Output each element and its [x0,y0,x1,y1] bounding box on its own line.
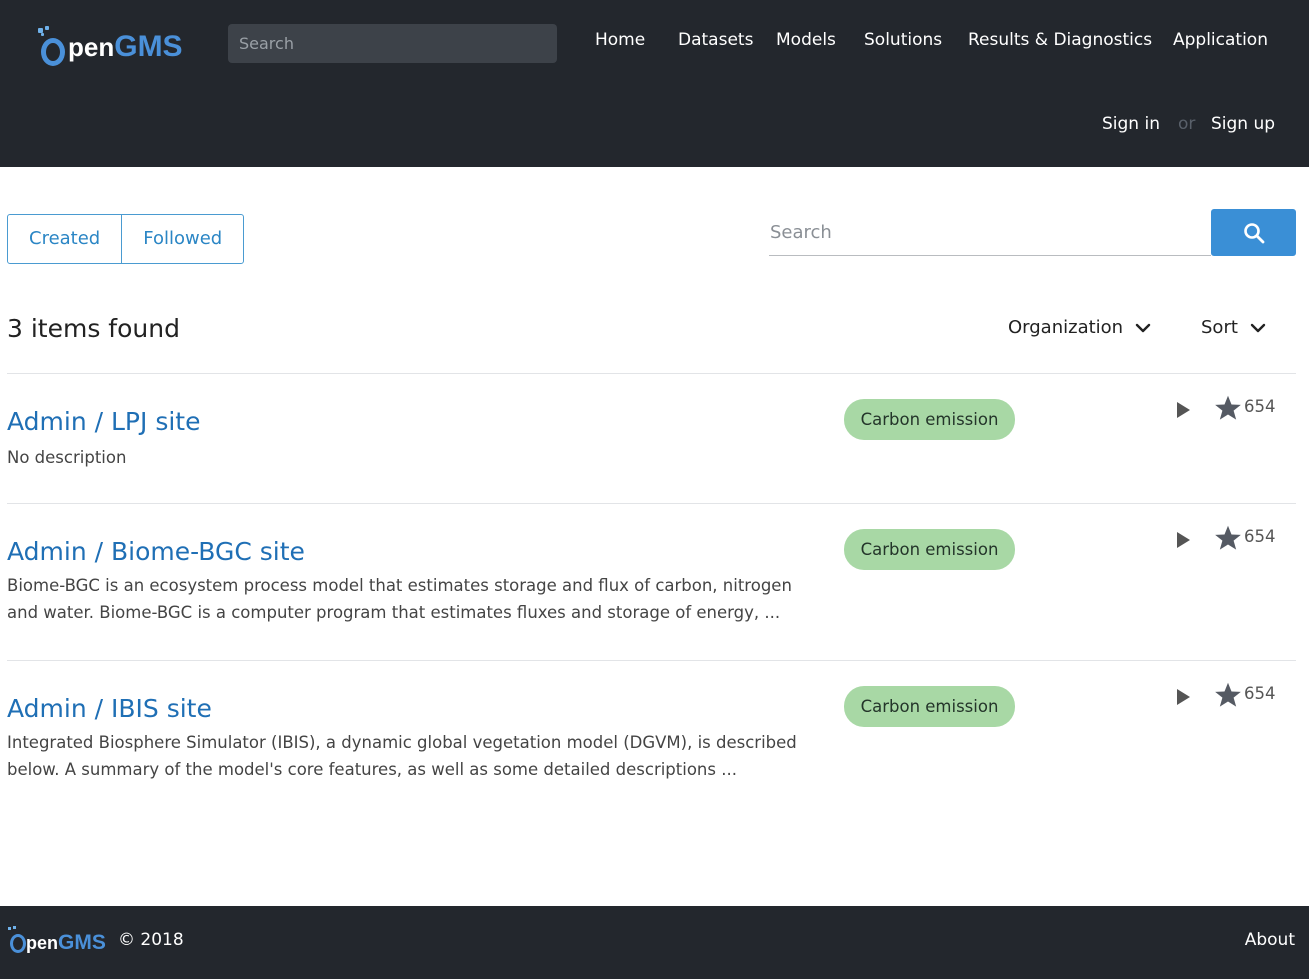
chevron-down-icon [1135,323,1151,332]
item-description: Biome-BGC is an ecosystem process model … [7,576,792,622]
list-divider [7,373,1296,374]
organization-dropdown[interactable]: Organization [1008,317,1151,338]
star-count: 654 [1244,684,1276,703]
play-icon[interactable] [1174,688,1192,706]
star-icon[interactable] [1214,394,1242,422]
play-icon[interactable] [1174,531,1192,549]
created-followed-tabs: Created Followed [7,214,245,264]
item-title-link[interactable]: Admin / IBIS site [7,694,212,723]
sign-in-link[interactable]: Sign in [1102,114,1160,134]
nav-datasets[interactable]: Datasets [678,30,753,50]
item-title-link[interactable]: Admin / LPJ site [7,407,200,436]
nav-results-diagnostics[interactable]: Results & Diagnostics [968,30,1152,50]
item-tag-badge[interactable]: Carbon emission [844,686,1015,727]
main-search-input[interactable] [769,209,1211,256]
main-search-bar [769,209,1296,256]
sign-up-link[interactable]: Sign up [1211,114,1275,134]
star-count: 654 [1244,527,1276,546]
copyright-text: © 2018 [118,930,184,950]
nav-home[interactable]: Home [595,30,645,50]
item-title-link[interactable]: Admin / Biome-BGC site [7,537,305,566]
footer-logo[interactable]: penGMS [8,926,106,956]
sort-dropdown-label: Sort [1201,317,1238,338]
tab-followed[interactable]: Followed [121,215,243,263]
search-icon [1243,222,1264,243]
main-nav: Home Datasets Models Solutions Results &… [0,30,1309,54]
star-count: 654 [1244,397,1276,416]
item-description: No description [7,448,127,467]
about-link[interactable]: About [1245,930,1295,950]
item-description: Integrated Biosphere Simulator (IBIS), a… [7,733,797,779]
nav-application[interactable]: Application [1173,30,1268,50]
item-tag-badge[interactable]: Carbon emission [844,529,1015,570]
top-header: penGMS Home Datasets Models Solutions Re… [0,0,1309,167]
logo-o-mark-icon [8,926,26,956]
auth-or-separator: or [1178,114,1196,134]
page-footer: penGMS © 2018 About [0,906,1309,979]
search-button[interactable] [1211,209,1296,256]
sort-dropdown[interactable]: Sort [1201,317,1266,338]
footer-logo-wordmark: penGMS [26,931,106,954]
auth-links: Sign in or Sign up [0,114,1309,138]
chevron-down-icon [1250,323,1266,332]
star-icon[interactable] [1214,524,1242,552]
list-divider [7,503,1296,504]
item-tag-badge[interactable]: Carbon emission [844,399,1015,440]
play-icon[interactable] [1174,401,1192,419]
organization-dropdown-label: Organization [1008,317,1124,338]
nav-solutions[interactable]: Solutions [864,30,942,50]
tab-created[interactable]: Created [8,215,121,263]
star-icon[interactable] [1214,681,1242,709]
list-divider [7,660,1296,661]
results-count: 3 items found [7,314,180,343]
nav-models[interactable]: Models [776,30,836,50]
